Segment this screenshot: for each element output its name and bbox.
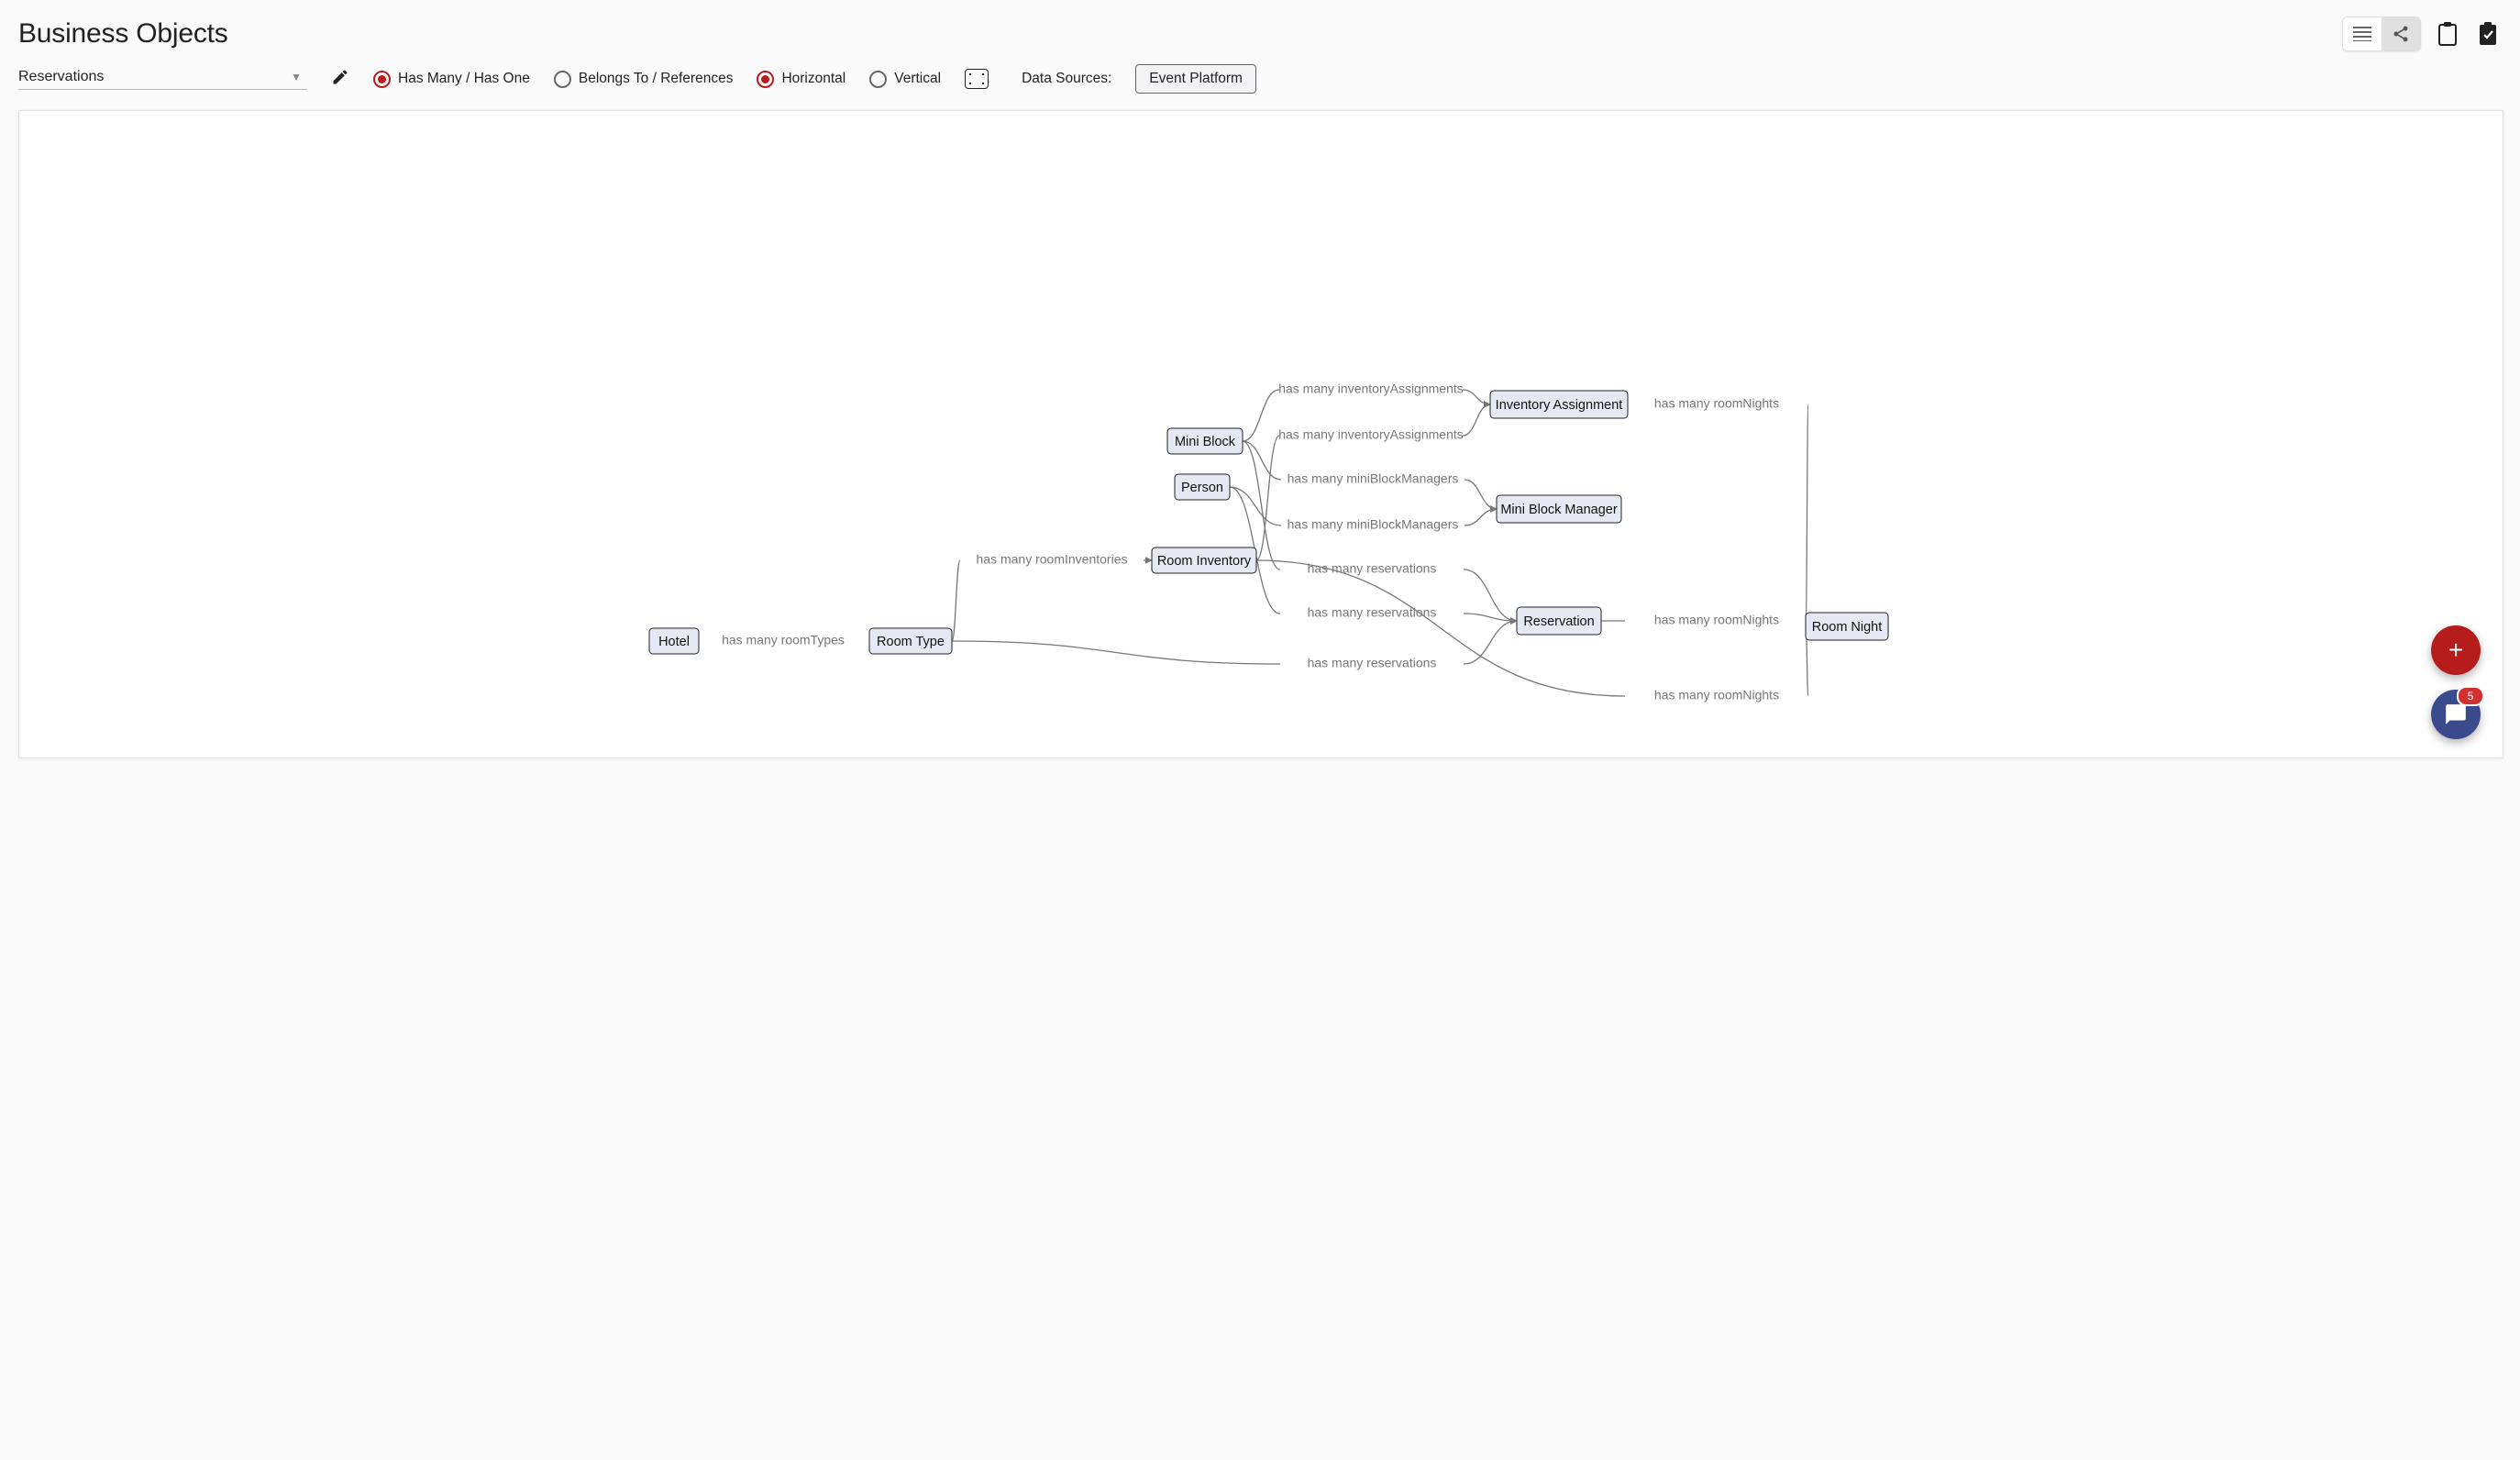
object-select[interactable]: Reservations ▼: [18, 69, 307, 90]
graph-edge-label: has many miniBlockManagers: [1288, 471, 1459, 486]
graph-node-label: Inventory Assignment: [1496, 398, 1623, 413]
graph-node-label: Person: [1181, 481, 1223, 495]
graph-edge: [1806, 404, 1808, 626]
graph-edge: [1243, 390, 1279, 441]
graph-node-label: Room Type: [877, 635, 945, 649]
chat-button[interactable]: 5: [2431, 690, 2481, 739]
view-mode-toggle: [2342, 17, 2421, 51]
clipboard-check-button[interactable]: [2474, 20, 2502, 48]
pencil-icon: [331, 68, 349, 86]
graph-node-label: Mini Block: [1175, 435, 1236, 449]
clipboard-icon: [2437, 22, 2458, 46]
graph-node-roomNight[interactable]: Room Night: [1806, 613, 1888, 640]
radio-icon-selected: [757, 71, 774, 88]
share-icon: [2392, 25, 2410, 43]
radio-label: Belongs To / References: [579, 71, 734, 87]
list-icon: [2353, 27, 2371, 41]
graph-edge: [1464, 614, 1517, 621]
graph-edge-label: has many reservations: [1308, 656, 1437, 670]
graph-edge-label: has many inventoryAssignments: [1278, 427, 1464, 442]
radio-icon: [554, 71, 571, 88]
data-sources-label: Data Sources:: [1022, 71, 1111, 87]
graph-node-label: Mini Block Manager: [1500, 503, 1617, 517]
edit-button[interactable]: [331, 68, 349, 91]
radio-label: Vertical: [894, 71, 941, 87]
graph-edge-label: has many roomInventories: [977, 552, 1128, 567]
clipboard-button[interactable]: [2434, 20, 2461, 48]
list-view-button[interactable]: [2343, 17, 2382, 50]
data-source-chip[interactable]: Event Platform: [1135, 64, 1256, 94]
plus-icon: +: [2448, 636, 2463, 665]
fit-to-screen-button[interactable]: [965, 69, 989, 89]
graph-node-inventoryAssignment[interactable]: Inventory Assignment: [1490, 391, 1628, 418]
graph-edge: [1230, 487, 1281, 525]
radio-label: Has Many / Has One: [398, 71, 530, 87]
graph-edge: [1463, 404, 1490, 436]
graph-node-label: Hotel: [658, 635, 690, 649]
graph-node-person[interactable]: Person: [1175, 474, 1230, 500]
graph-node-miniBlock[interactable]: Mini Block: [1167, 428, 1243, 454]
graph-edge-label: has many roomNights: [1654, 613, 1779, 627]
radio-icon: [869, 71, 887, 88]
diagram-canvas[interactable]: has many roomTypes has many roomInventori…: [18, 110, 2503, 758]
graph-edge: [952, 560, 960, 641]
graph-node-label: Reservation: [1523, 614, 1594, 629]
object-select-value: Reservations: [18, 69, 104, 84]
graph-edge-label: has many inventoryAssignments: [1278, 382, 1464, 396]
graph-node-label: Room Inventory: [1157, 554, 1252, 569]
graph-node-hotel[interactable]: Hotel: [649, 628, 699, 654]
chevron-down-icon: ▼: [291, 71, 302, 83]
graph-edge: [1464, 480, 1497, 509]
graph-edge-label: has many roomNights: [1654, 396, 1779, 411]
graph-node-label: Room Night: [1812, 620, 1883, 635]
graph-edge-label: has many reservations: [1308, 605, 1437, 620]
graph-edge-label: has many roomNights: [1654, 688, 1779, 702]
chat-badge: 5: [2457, 686, 2484, 706]
clipboard-check-icon: [2478, 22, 2498, 46]
radio-icon-selected: [373, 71, 391, 88]
graph-node-roomType[interactable]: Room Type: [869, 628, 952, 654]
radio-label: Horizontal: [781, 71, 846, 87]
graph-node-miniBlockManager[interactable]: Mini Block Manager: [1497, 495, 1621, 523]
page-title: Business Objects: [18, 18, 228, 50]
graph-edge-label: has many roomTypes: [722, 633, 845, 647]
graph-edge: [1464, 509, 1497, 525]
graph-edge: [952, 641, 1280, 664]
relationship-radio-hasmany[interactable]: Has Many / Has One: [373, 71, 530, 88]
graph-node-reservation[interactable]: Reservation: [1517, 607, 1601, 635]
add-button[interactable]: +: [2431, 625, 2481, 675]
graph-node-roomInventory[interactable]: Room Inventory: [1152, 548, 1256, 573]
orientation-radio-vertical[interactable]: Vertical: [869, 71, 941, 88]
graph-edge: [1464, 570, 1517, 621]
relationship-radio-belongsto[interactable]: Belongs To / References: [554, 71, 734, 88]
graph-edge-label: has many miniBlockManagers: [1288, 517, 1459, 532]
orientation-radio-horizontal[interactable]: Horizontal: [757, 71, 846, 88]
graph-view-button[interactable]: [2382, 17, 2420, 50]
graph-edge: [1463, 390, 1490, 404]
graph-edge: [1464, 621, 1517, 664]
